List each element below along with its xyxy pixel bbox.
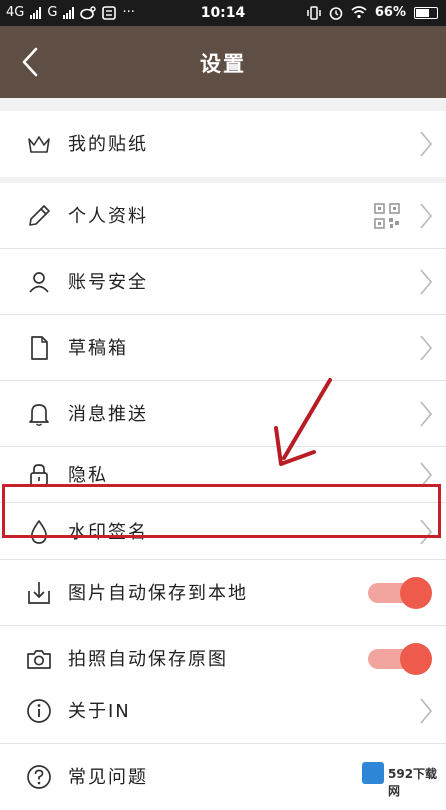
settings-row-profile[interactable]: 个人资料	[0, 183, 446, 249]
chevron-right-icon	[420, 401, 433, 427]
settings-group-stickers: 我的贴纸	[0, 111, 446, 177]
chevron-right-icon	[420, 335, 433, 361]
settings-row-about[interactable]: 关于IN	[0, 678, 446, 744]
settings-label-account-security: 账号安全	[68, 272, 148, 293]
page-title: 设置	[200, 52, 246, 76]
camera-icon	[27, 650, 51, 669]
bell-icon	[29, 404, 49, 426]
app-header: 设置	[0, 26, 446, 98]
highlight-box	[2, 484, 441, 538]
battery-icon	[414, 6, 438, 19]
settings-label-faq: 常见问题	[68, 767, 148, 788]
settings-label-stickers: 我的贴纸	[68, 134, 148, 155]
settings-group-main: 个人资料 账号安全 草稿箱 消息推送 隐私 水印签名 图片自动保存到本地 拍照自…	[0, 183, 446, 692]
site-watermark-logo: 592下载网	[358, 758, 440, 798]
vibrate-icon	[307, 5, 321, 20]
settings-label-notifications: 消息推送	[68, 404, 148, 425]
chevron-right-icon	[420, 698, 433, 724]
info-icon	[27, 699, 51, 723]
chevron-right-icon	[420, 203, 433, 229]
settings-row-auto-save-pictures: 图片自动保存到本地	[0, 560, 446, 626]
status-bar: 4G G ··· 10:14 66%	[0, 0, 446, 26]
status-bar-right: 66%	[307, 5, 438, 20]
user-icon	[29, 272, 49, 293]
qr-code-icon	[374, 203, 400, 229]
settings-label-drafts: 草稿箱	[68, 338, 128, 359]
settings-row-stickers[interactable]: 我的贴纸	[0, 111, 446, 177]
settings-label-profile: 个人资料	[68, 206, 148, 227]
watermark-logo-icon	[362, 762, 384, 784]
pencil-icon	[29, 205, 50, 226]
settings-label-auto-save-photos: 拍照自动保存原图	[68, 649, 228, 670]
auto-save-pictures-toggle[interactable]	[368, 577, 432, 609]
download-icon	[28, 582, 50, 604]
wifi-icon	[351, 6, 367, 19]
battery-percent: 66%	[374, 5, 406, 20]
settings-label-about: 关于IN	[68, 701, 131, 722]
settings-row-account-security[interactable]: 账号安全	[0, 249, 446, 315]
settings-group-about: 关于IN 常见问题	[0, 678, 446, 810]
document-icon	[31, 336, 48, 360]
question-icon	[27, 765, 51, 789]
settings-label-auto-save-pictures: 图片自动保存到本地	[68, 583, 248, 604]
alarm-icon	[329, 6, 343, 20]
settings-row-notifications[interactable]: 消息推送	[0, 381, 446, 447]
settings-row-drafts[interactable]: 草稿箱	[0, 315, 446, 381]
chevron-right-icon	[420, 131, 433, 157]
auto-save-photos-toggle[interactable]	[368, 643, 432, 675]
chevron-right-icon	[420, 269, 433, 295]
crown-icon	[28, 136, 50, 153]
watermark-text: 592下载网	[388, 767, 438, 798]
